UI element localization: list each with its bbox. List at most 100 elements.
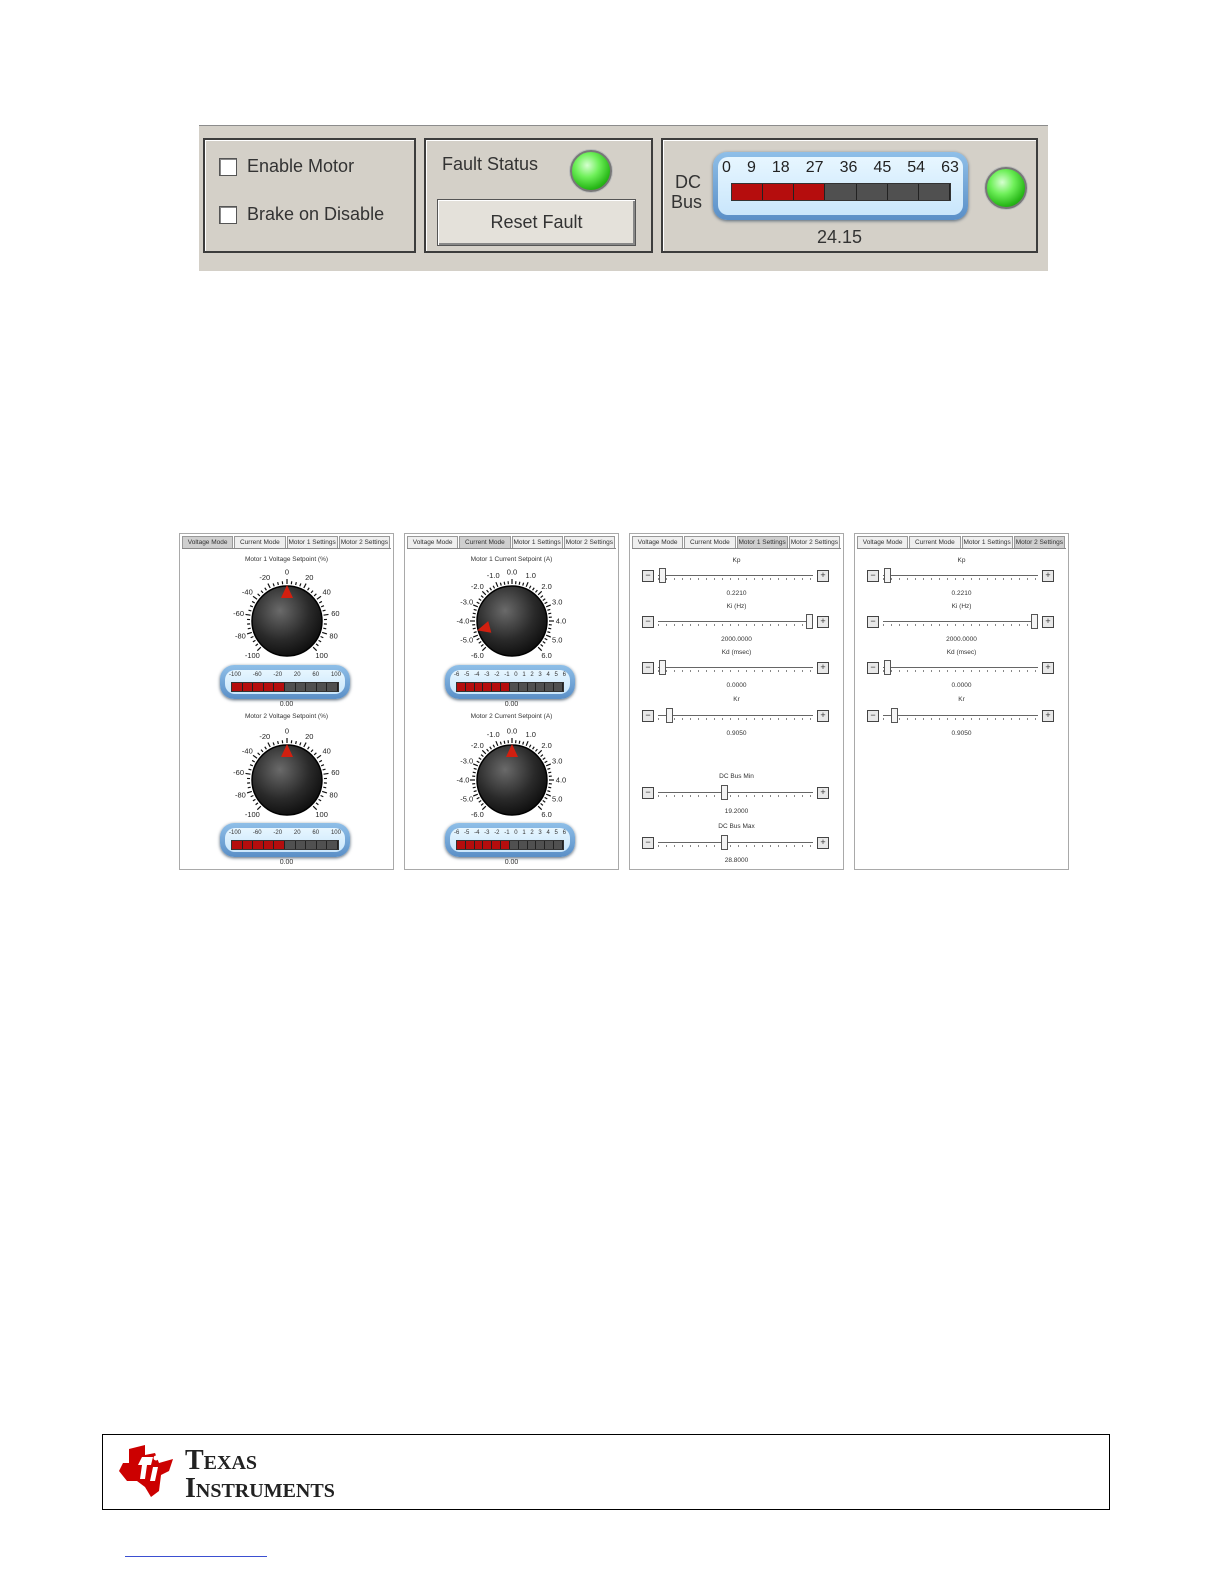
gauge-tick-label: -2 [494,672,500,678]
kr-slider[interactable]: − + [867,708,1054,723]
tab-current-mode[interactable]: Current Mode [909,536,961,548]
ki-slider[interactable]: − + [642,614,829,629]
kd-increase-button[interactable]: + [817,662,829,674]
dial-tick [246,790,252,794]
dc-bus-min-decrease-button[interactable]: − [642,787,654,799]
kp-slider-thumb[interactable] [884,568,891,583]
enable-motor-checkbox[interactable] [219,157,237,176]
motor1-current-title: Motor 1 Current Setpoint (A) [470,556,553,563]
tab-motor1-settings[interactable]: Motor 1 Settings [961,536,1013,548]
dial-tick [272,583,275,587]
ki-increase-button[interactable]: + [817,616,829,628]
kd-slider-thumb[interactable] [659,660,666,675]
kd-label: Kd (msec) [946,649,977,656]
dial-label: 3.0 [552,757,562,766]
kp-slider[interactable]: − + [867,568,1054,583]
gauge-bar-segment [263,683,275,691]
dial-tick [542,641,546,644]
ki-increase-button[interactable]: + [1042,616,1054,628]
kd-decrease-button[interactable]: − [642,662,654,674]
motor1-current-value: 0.00 [504,701,519,708]
motor1-current-knob[interactable]: -6.0 -5.0 -4.0 -3.0 -2.0-1.0 0.0 1.0 2.03.0 4.0 5… [405,566,620,666]
motor1-current-gauge: -6 -5 -4 -3 -2 -1 0 1 2 3 4 5 6 [445,665,575,699]
dial-tick [540,644,544,647]
tab-motor1-settings[interactable]: Motor 1 Settings [511,536,563,548]
tab-motor2-settings[interactable]: Motor 2 Settings [1013,536,1065,548]
gauge-bar-segment [554,841,563,849]
tab-motor2-settings[interactable]: Motor 2 Settings [788,536,840,548]
motor2-voltage-title: Motor 2 Voltage Setpoint (%) [244,713,329,720]
kp-increase-button[interactable]: + [817,570,829,582]
kp-decrease-button[interactable]: − [642,570,654,582]
kp-slider[interactable]: − + [642,568,829,583]
dc-bus-min-slider-thumb[interactable] [721,785,728,800]
kp-slider-thumb[interactable] [659,568,666,583]
ki-slider-thumb[interactable] [806,614,813,629]
kr-slider-thumb[interactable] [891,708,898,723]
dial-tick [299,742,302,746]
kr-increase-button[interactable]: + [1042,710,1054,722]
kr-decrease-button[interactable]: − [867,710,879,722]
ki-decrease-button[interactable]: − [867,616,879,628]
dial-tick [542,598,546,601]
tab-current-mode[interactable]: Current Mode [684,536,736,548]
dc-bus-max-decrease-button[interactable]: − [642,837,654,849]
dial-tick [486,748,489,752]
brake-on-disable-row[interactable]: Brake on Disable [219,204,384,225]
dial-tick [299,583,302,587]
tab-motor1-settings[interactable]: Motor 1 Settings [286,536,338,548]
dial-tick [499,582,502,586]
gauge-bar-segment [306,841,317,849]
dial-label: 4.0 [556,776,566,785]
dial-tick [548,627,552,630]
tab-voltage-mode[interactable]: Voltage Mode [857,536,909,548]
dial-tick [310,749,314,753]
kr-decrease-button[interactable]: − [642,710,654,722]
brake-on-disable-checkbox[interactable] [219,205,237,224]
motor1-voltage-knob[interactable]: -100 -80 -60 -40 -20 0 20 40 60 80 100 [180,566,395,666]
ki-decrease-button[interactable]: − [642,616,654,628]
gauge-tick-label: -5 [464,672,470,678]
kp-value: 0.2210 [726,590,747,597]
enable-motor-row[interactable]: Enable Motor [219,156,354,177]
tab-motor2-settings[interactable]: Motor 2 Settings [563,536,615,548]
tab-motor2-settings[interactable]: Motor 2 Settings [338,536,390,548]
kp-decrease-button[interactable]: − [867,570,879,582]
kr-value: 0.9050 [726,730,747,737]
kd-slider[interactable]: − + [642,660,829,675]
tab-current-mode[interactable]: Current Mode [459,536,511,548]
kp-increase-button[interactable]: + [1042,570,1054,582]
kd-decrease-button[interactable]: − [867,662,879,674]
gauge-bar-segment [518,683,528,691]
kr-slider-thumb[interactable] [666,708,673,723]
ki-slider[interactable]: − + [867,614,1054,629]
motor2-current-knob[interactable]: -6.0 -5.0 -4.0 -3.0 -2.0-1.0 0.0 1.0 2.03.0 4.0 5… [405,725,620,825]
kr-slider[interactable]: − + [642,708,829,723]
dial-tick [257,752,261,756]
ki-slider-thumb[interactable] [1031,614,1038,629]
dial-label: -60 [233,768,244,777]
kd-increase-button[interactable]: + [1042,662,1054,674]
gauge-tick-label: -20 [273,672,283,678]
kd-slider-thumb[interactable] [884,660,891,675]
tab-current-mode[interactable]: Current Mode [234,536,286,548]
gauge-bar-segment [253,841,264,849]
gauge-tick-label: -1 [504,830,510,836]
dial-tick [249,605,254,608]
motor2-voltage-knob[interactable]: -100 -80 -60 -40 -20 0 20 40 60 80 100 [180,725,395,825]
tab-voltage-mode[interactable]: Voltage Mode [182,536,234,548]
dc-bus-max-increase-button[interactable]: + [817,837,829,849]
reset-fault-button[interactable]: Reset Fault [437,199,636,246]
tab-voltage-mode[interactable]: Voltage Mode [407,536,459,548]
tab-voltage-mode[interactable]: Voltage Mode [632,536,684,548]
tab-motor1-settings[interactable]: Motor 1 Settings [736,536,788,548]
dc-bus-min-increase-button[interactable]: + [817,787,829,799]
dial-tick [322,609,326,612]
gauge-tick-label: -4 [474,830,480,836]
dc-bus-max-slider[interactable]: − + [642,835,829,850]
gauge-tick-label: 20 [293,830,301,836]
kr-increase-button[interactable]: + [817,710,829,722]
dc-bus-max-slider-thumb[interactable] [721,835,728,850]
kd-slider[interactable]: − + [867,660,1054,675]
dc-bus-min-slider[interactable]: − + [642,785,829,800]
